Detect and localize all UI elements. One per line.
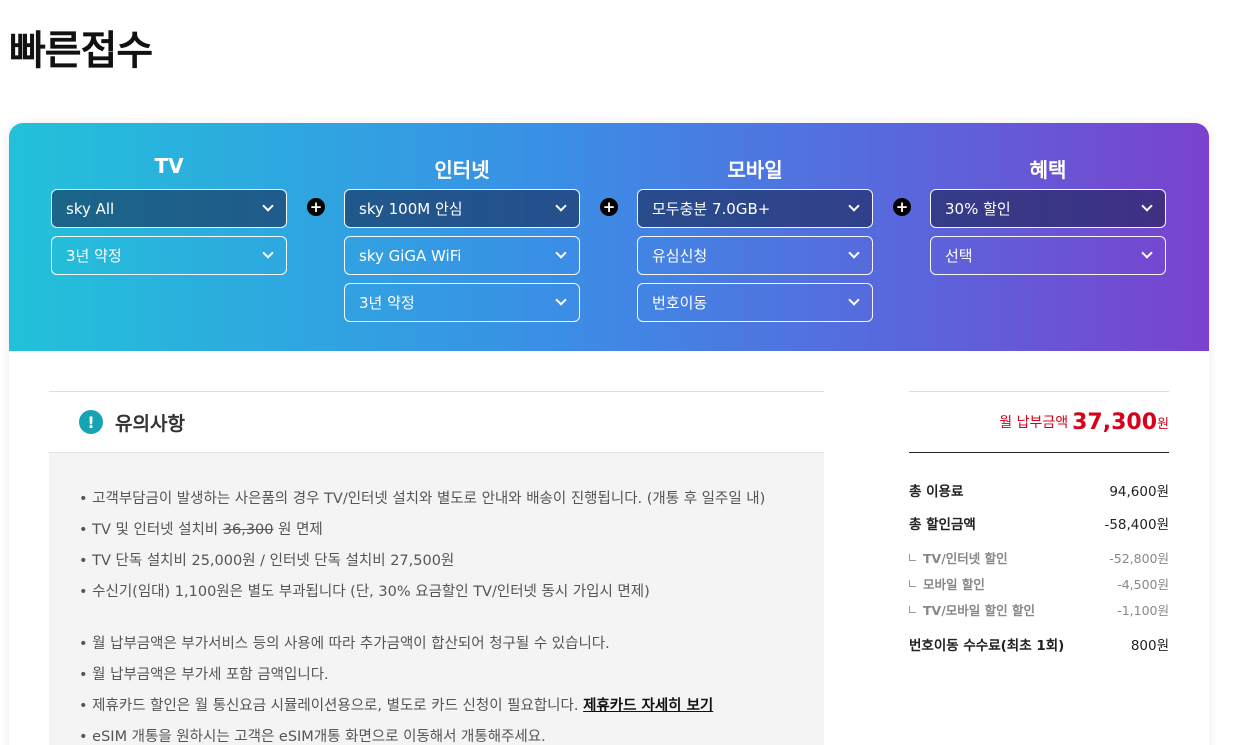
struck-price: 36,300 bbox=[222, 522, 274, 538]
total-discount-row: 총 할인금액 -58,400원 bbox=[909, 513, 1169, 533]
row-label: TV/모바일 할인 할인 bbox=[923, 603, 1035, 618]
tree-branch-icon bbox=[909, 554, 916, 561]
tv-mobile-discount-row: TV/모바일 할인 할인 -1,100원 bbox=[909, 600, 1169, 619]
monthly-payment-amount: 37,300 bbox=[1072, 409, 1158, 435]
benefit-extra-select[interactable]: 선택 bbox=[930, 236, 1166, 275]
notice-item: • 수신기(임대) 1,100원은 별도 부과됩니다 (단, 30% 요금할인 … bbox=[79, 584, 650, 600]
tv-contract-select[interactable]: 3년 약정 bbox=[51, 236, 287, 275]
total-fee-row: 총 이용료 94,600원 bbox=[909, 480, 1169, 500]
chevron-down-icon bbox=[1141, 200, 1153, 212]
row-label: 번호이동 수수료(최초 1회) bbox=[909, 638, 1065, 654]
plus-icon: + bbox=[307, 198, 325, 216]
internet-plan-select[interactable]: sky 100M 안심 bbox=[344, 189, 580, 228]
chevron-down-icon bbox=[555, 294, 567, 306]
mobile-plan-select[interactable]: 모두충분 7.0GB+ bbox=[637, 189, 873, 228]
chevron-down-icon bbox=[555, 200, 567, 212]
notice-item: • TV 및 인터넷 설치비 36,300 원 면제 bbox=[79, 515, 824, 546]
exclamation-icon: ! bbox=[79, 410, 103, 434]
plus-icon: + bbox=[600, 198, 618, 216]
mobile-sim-select[interactable]: 유심신청 bbox=[637, 236, 873, 275]
monthly-payment-label: 월 납부금액 bbox=[999, 415, 1069, 431]
mobile-discount-row: 모바일 할인 -4,500원 bbox=[909, 574, 1169, 593]
mobile-join-type-select[interactable]: 번호이동 bbox=[637, 283, 873, 322]
row-value: -1,100원 bbox=[1117, 603, 1169, 618]
chevron-down-icon bbox=[262, 200, 274, 212]
internet-plan-select-value: sky 100M 안심 bbox=[359, 200, 463, 218]
tv-contract-select-value: 3년 약정 bbox=[66, 247, 122, 265]
notice-item: • 월 납부금액은 부가서비스 등의 사용에 따라 추가금액이 합산되어 청구될… bbox=[79, 636, 610, 652]
chevron-down-icon bbox=[848, 200, 860, 212]
chevron-down-icon bbox=[848, 294, 860, 306]
notice-header: ! 유의사항 bbox=[49, 392, 824, 452]
row-value: -58,400원 bbox=[1104, 517, 1169, 533]
tv-plan-select[interactable]: sky All bbox=[51, 189, 287, 228]
row-value: -52,800원 bbox=[1109, 551, 1169, 566]
notice-item-text: 원 면제 bbox=[273, 522, 323, 538]
chevron-down-icon bbox=[848, 247, 860, 259]
tv-plan-select-value: sky All bbox=[66, 199, 115, 218]
chevron-down-icon bbox=[1141, 247, 1153, 259]
tree-branch-icon bbox=[909, 580, 916, 587]
notice-title: 유의사항 bbox=[115, 412, 185, 435]
notice-item: • 제휴카드 할인은 월 통신요금 시뮬레이션용으로, 별도로 카드 신청이 필… bbox=[79, 691, 824, 722]
row-value: 94,600원 bbox=[1109, 484, 1169, 500]
partner-card-details-link[interactable]: 제휴카드 자세히 보기 bbox=[583, 698, 713, 714]
notice-item-text: • 제휴카드 할인은 월 통신요금 시뮬레이션용으로, 별도로 카드 신청이 필… bbox=[79, 698, 584, 714]
row-value: 800원 bbox=[1130, 638, 1169, 654]
price-summary: 월 납부금액 37,300 원 총 이용료 94,600원 총 할인금액 -58… bbox=[909, 391, 1169, 654]
benefit-column-title: 혜택 bbox=[1029, 158, 1067, 182]
monthly-payment: 월 납부금액 37,300 원 bbox=[909, 391, 1169, 453]
row-label: 모바일 할인 bbox=[923, 577, 985, 592]
internet-contract-select-value: 3년 약정 bbox=[359, 294, 415, 312]
notice-item-text: • TV 및 인터넷 설치비 bbox=[79, 522, 223, 538]
mobile-plan-select-value: 모두충분 7.0GB+ bbox=[652, 200, 771, 218]
tree-branch-icon bbox=[909, 606, 916, 613]
benefit-discount-select[interactable]: 30% 할인 bbox=[930, 189, 1166, 228]
notice-item: • 월 납부금액은 부가세 포함 금액입니다. bbox=[79, 667, 329, 683]
product-selector-panel: TV sky All 3년 약정 + 인터넷 sky 100M 안심 sky G… bbox=[9, 123, 1209, 351]
row-value: -4,500원 bbox=[1117, 577, 1169, 592]
number-port-fee-row: 번호이동 수수료(최초 1회) 800원 bbox=[909, 634, 1169, 654]
row-label: 총 할인금액 bbox=[909, 517, 976, 533]
mobile-join-type-select-value: 번호이동 bbox=[652, 294, 708, 312]
row-label: 총 이용료 bbox=[909, 484, 964, 500]
tv-column-title: TV bbox=[154, 154, 184, 178]
mobile-column-title: 모바일 bbox=[727, 158, 783, 182]
benefit-extra-select-value: 선택 bbox=[945, 247, 973, 265]
plus-icon: + bbox=[893, 198, 911, 216]
internet-column-title: 인터넷 bbox=[434, 158, 490, 182]
benefit-discount-select-value: 30% 할인 bbox=[945, 200, 1011, 218]
notice-list: • 고객부담금이 발생하는 사은품의 경우 TV/인터넷 설치와 별도로 안내와… bbox=[49, 452, 824, 745]
internet-contract-select[interactable]: 3년 약정 bbox=[344, 283, 580, 322]
notice-item: • TV 단독 설치비 25,000원 / 인터넷 단독 설치비 27,500원 bbox=[79, 553, 455, 569]
row-label: TV/인터넷 할인 bbox=[923, 551, 1008, 566]
internet-wifi-select-value: sky GiGA WiFi bbox=[359, 246, 462, 265]
chevron-down-icon bbox=[555, 247, 567, 259]
tv-internet-discount-row: TV/인터넷 할인 -52,800원 bbox=[909, 548, 1169, 567]
notice-item: • 고객부담금이 발생하는 사은품의 경우 TV/인터넷 설치와 별도로 안내와… bbox=[79, 491, 766, 507]
quick-apply-card: TV sky All 3년 약정 + 인터넷 sky 100M 안심 sky G… bbox=[9, 123, 1209, 745]
monthly-payment-unit: 원 bbox=[1157, 416, 1169, 432]
notice-item: • eSIM 개통을 원하시는 고객은 eSIM개통 화면으로 이동해서 개통해… bbox=[79, 729, 546, 745]
mobile-sim-select-value: 유심신청 bbox=[652, 247, 708, 265]
internet-wifi-select[interactable]: sky GiGA WiFi bbox=[344, 236, 580, 275]
page-title: 빠른접수 bbox=[9, 28, 153, 74]
chevron-down-icon bbox=[262, 247, 274, 259]
